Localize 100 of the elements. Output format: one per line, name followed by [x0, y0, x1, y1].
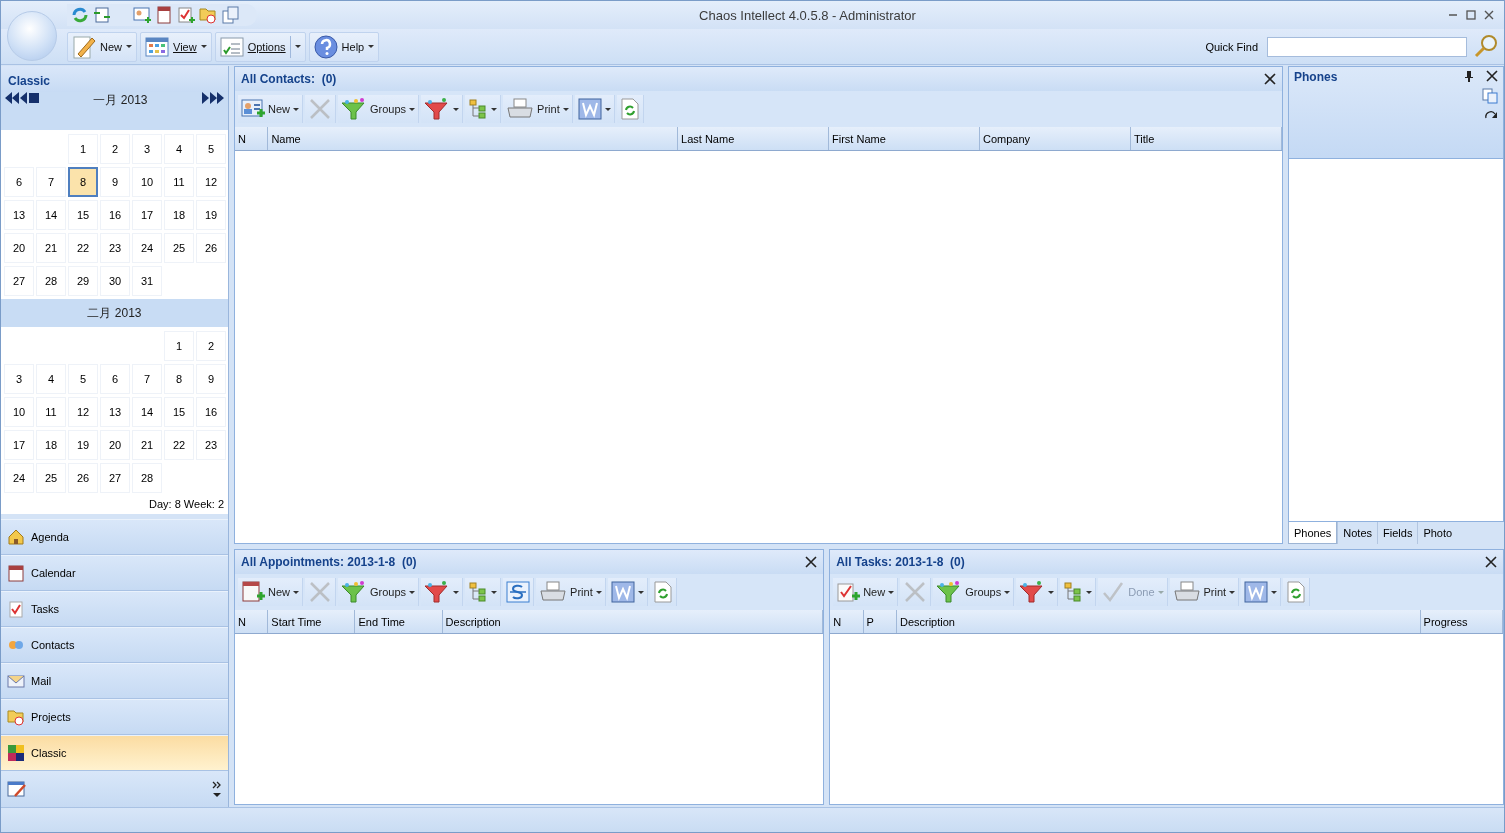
toolbar-button[interactable]: Groups — [933, 578, 1015, 606]
toolbar-button[interactable]: New — [833, 578, 899, 606]
toolbar-button[interactable] — [616, 95, 644, 123]
nav-item[interactable]: Projects — [1, 699, 228, 735]
calendar-day[interactable]: 23 — [100, 233, 130, 263]
calendar-day[interactable]: 10 — [4, 397, 34, 427]
calendar-day[interactable]: 6 — [4, 167, 34, 197]
toolbar-button[interactable] — [607, 578, 648, 606]
calendar-day[interactable]: 4 — [36, 364, 66, 394]
calendar-day[interactable]: 16 — [196, 397, 226, 427]
toolbar-button[interactable] — [1060, 578, 1097, 606]
calendar-day[interactable]: 4 — [164, 134, 194, 164]
calendar-day[interactable]: 3 — [4, 364, 34, 394]
toolbar-button[interactable] — [649, 578, 677, 606]
ribbon-button[interactable]: Help — [308, 31, 380, 62]
column-header[interactable]: N — [235, 127, 269, 150]
toolbar-button[interactable]: New — [238, 95, 303, 123]
nav-item[interactable]: Contacts — [1, 627, 228, 663]
tab[interactable]: Fields — [1377, 522, 1418, 544]
column-header[interactable]: P — [863, 610, 897, 633]
toolbar-button[interactable]: Print — [503, 95, 573, 123]
column-header[interactable]: End Time — [355, 610, 443, 633]
calendar-day[interactable]: 26 — [196, 233, 226, 263]
toolbar-button[interactable] — [1241, 578, 1282, 606]
column-header[interactable]: First Name — [829, 127, 981, 150]
column-header[interactable]: Description — [896, 610, 1421, 633]
toolbar-button[interactable] — [421, 95, 464, 123]
calendar-day[interactable]: 20 — [4, 233, 34, 263]
calendar-day[interactable]: 28 — [36, 266, 66, 296]
calendar-day[interactable]: 27 — [4, 266, 34, 296]
calendar-day[interactable]: 28 — [132, 463, 162, 493]
toolbar-button[interactable]: Groups — [338, 95, 420, 123]
calendar-day[interactable]: 5 — [68, 364, 98, 394]
calendar-day[interactable]: 10 — [132, 167, 162, 197]
toolbar-button[interactable] — [574, 95, 615, 123]
calendar-day[interactable]: 2 — [100, 134, 130, 164]
calendar-day[interactable]: 16 — [100, 200, 130, 230]
toolbar-button[interactable] — [465, 578, 502, 606]
calendar-day[interactable]: 24 — [4, 463, 34, 493]
calendar-day[interactable]: 30 — [100, 266, 130, 296]
column-header[interactable]: Company — [980, 127, 1131, 150]
tab[interactable]: Notes — [1337, 522, 1378, 544]
calendar-day[interactable]: 6 — [100, 364, 130, 394]
calendar-day[interactable]: 13 — [100, 397, 130, 427]
calendar-day[interactable]: 15 — [68, 200, 98, 230]
calendar-day[interactable]: 31 — [132, 266, 162, 296]
toolbar-button[interactable]: Print — [536, 578, 606, 606]
calendar-day[interactable]: 5 — [196, 134, 226, 164]
calendar-day[interactable]: 11 — [36, 397, 66, 427]
calendar-day[interactable]: 7 — [132, 364, 162, 394]
column-header[interactable]: Description — [442, 610, 824, 633]
toolbar-button[interactable]: Groups — [338, 578, 420, 606]
toolbar-button[interactable]: New — [238, 578, 303, 606]
calendar-day[interactable]: 8 — [164, 364, 194, 394]
nav-item[interactable]: Calendar — [1, 555, 228, 591]
nav-item[interactable]: Classic — [1, 735, 228, 771]
calendar-day[interactable]: 25 — [36, 463, 66, 493]
calendar-day[interactable]: 12 — [68, 397, 98, 427]
column-header[interactable]: N — [830, 610, 864, 633]
calendar-day[interactable]: 15 — [164, 397, 194, 427]
calendar-day[interactable]: 24 — [132, 233, 162, 263]
column-header[interactable]: Last Name — [678, 127, 830, 150]
calendar-day[interactable]: 1 — [164, 331, 194, 361]
calendar-day[interactable]: 21 — [36, 233, 66, 263]
calendar-day[interactable]: 22 — [164, 430, 194, 460]
calendar-day[interactable]: 9 — [100, 167, 130, 197]
calendar-day[interactable]: 21 — [132, 430, 162, 460]
calendar-day[interactable]: 23 — [196, 430, 226, 460]
calendar-day[interactable]: 18 — [164, 200, 194, 230]
calendar-day[interactable]: 27 — [100, 463, 130, 493]
calendar-day[interactable]: 11 — [164, 167, 194, 197]
ribbon-button[interactable]: Options — [214, 31, 306, 62]
calendar-day[interactable]: 26 — [68, 463, 98, 493]
calendar-day[interactable]: 25 — [164, 233, 194, 263]
calendar-day[interactable]: 17 — [4, 430, 34, 460]
nav-item[interactable]: Tasks — [1, 591, 228, 627]
nav-item[interactable]: Mail — [1, 663, 228, 699]
column-header[interactable]: Name — [268, 127, 679, 150]
ribbon-button[interactable]: View — [140, 31, 212, 62]
toolbar-button[interactable] — [1016, 578, 1059, 606]
calendar-day[interactable]: 14 — [132, 397, 162, 427]
calendar-day[interactable]: 9 — [196, 364, 226, 394]
calendar-day[interactable]: 29 — [68, 266, 98, 296]
tab[interactable]: Photo — [1417, 522, 1458, 544]
toolbar-button[interactable] — [465, 95, 502, 123]
calendar-day[interactable]: 14 — [36, 200, 66, 230]
calendar-day[interactable]: 19 — [68, 430, 98, 460]
calendar-day[interactable]: 7 — [36, 167, 66, 197]
calendar-day[interactable]: 19 — [196, 200, 226, 230]
nav-item[interactable]: Agenda — [1, 519, 228, 555]
calendar-day[interactable]: 22 — [68, 233, 98, 263]
calendar-day[interactable]: 12 — [196, 167, 226, 197]
column-header[interactable]: Start Time — [268, 610, 356, 633]
quick-find-field[interactable] — [1267, 36, 1467, 57]
column-header[interactable]: Progress — [1420, 610, 1503, 633]
calendar-day[interactable]: 8 — [68, 167, 98, 197]
column-header[interactable]: N — [235, 610, 269, 633]
calendar-day[interactable]: 3 — [132, 134, 162, 164]
column-header[interactable]: Title — [1131, 127, 1282, 150]
toolbar-button[interactable] — [421, 578, 464, 606]
